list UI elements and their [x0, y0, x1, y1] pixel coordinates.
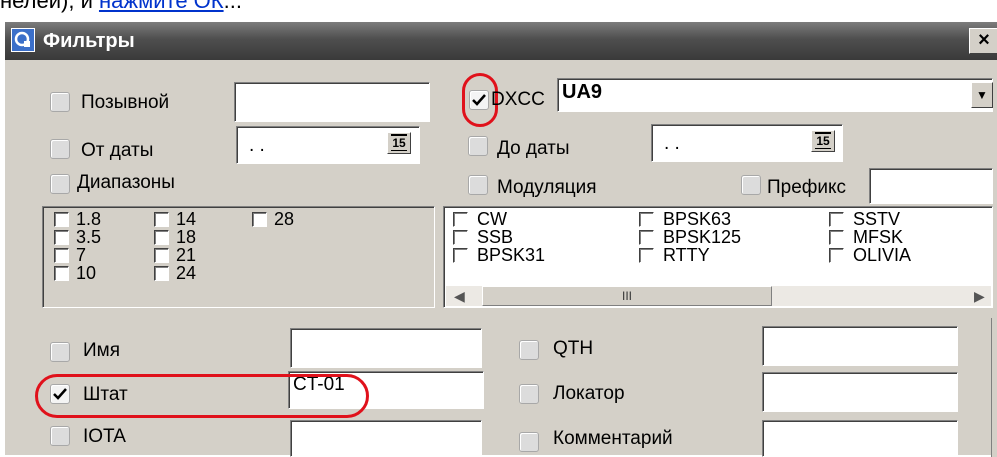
mode-checkbox-bpsk63[interactable] — [639, 212, 654, 227]
calendar-icon: 15 — [815, 132, 831, 149]
mode-checkbox-olivia[interactable] — [829, 248, 844, 263]
locator-label: Локатор — [553, 383, 625, 404]
name-input[interactable] — [290, 328, 482, 368]
close-button[interactable]: × — [969, 28, 997, 54]
to-date-label: До даты — [497, 138, 570, 159]
chevron-down-icon: ▼ — [976, 88, 988, 102]
band-label: 21 — [176, 245, 197, 265]
dialog-right-edge — [991, 318, 997, 457]
callsign-input[interactable] — [234, 82, 430, 122]
band-label: 7 — [76, 245, 87, 265]
to-date-calendar-button[interactable]: 15 — [811, 130, 835, 152]
prefix-label: Префикс — [767, 177, 847, 198]
mode-label: BPSK63 — [663, 209, 732, 229]
mode-checkbox-mfsk[interactable] — [829, 230, 844, 245]
name-label: Имя — [83, 340, 121, 361]
app-icon — [11, 28, 35, 52]
mode-checkbox[interactable] — [468, 175, 488, 195]
mode-label: OLIVIA — [853, 245, 912, 265]
comment-checkbox[interactable] — [519, 432, 539, 452]
callsign-checkbox[interactable] — [50, 92, 70, 112]
mode-checkbox-cw[interactable] — [453, 212, 468, 227]
filters-dialog: Фильтры × Позывной DXCC UA9 ▼ От даты . … — [3, 20, 997, 457]
band-label: 14 — [176, 209, 197, 229]
band-checkbox[interactable] — [154, 230, 169, 245]
iota-checkbox[interactable] — [50, 426, 70, 446]
mode-label: CW — [477, 209, 507, 229]
dxcc-select[interactable]: UA9 — [557, 78, 993, 112]
mode-label: Модуляция — [497, 177, 597, 198]
band-checkbox[interactable] — [154, 248, 169, 263]
bands-label: Диапазоны — [77, 172, 175, 193]
band-label: 3.5 — [76, 227, 102, 247]
mode-label: BPSK125 — [663, 227, 742, 247]
callsign-label: Позывной — [81, 92, 170, 113]
from-date-calendar-button[interactable]: 15 — [387, 132, 411, 154]
scroll-thumb[interactable]: III — [482, 286, 772, 306]
from-date-label: От даты — [81, 140, 154, 161]
comment-input[interactable] — [762, 420, 958, 457]
qth-checkbox[interactable] — [519, 340, 539, 360]
dxcc-dropdown-button[interactable]: ▼ — [971, 82, 993, 108]
name-checkbox[interactable] — [50, 342, 70, 362]
page-link[interactable]: нажмите ОК — [99, 0, 224, 13]
mode-label: MFSK — [853, 227, 904, 247]
page-text-prefix: нелей), и — [0, 0, 99, 13]
band-checkbox[interactable] — [154, 212, 169, 227]
qth-input[interactable] — [762, 326, 958, 366]
band-checkbox[interactable] — [54, 248, 69, 263]
band-checkbox[interactable] — [54, 266, 69, 281]
mode-label: RTTY — [663, 245, 710, 265]
iota-input[interactable] — [290, 420, 482, 457]
comment-label: Комментарий — [553, 428, 673, 449]
page-text-suffix: ... — [223, 0, 242, 13]
band-checkbox[interactable] — [54, 212, 69, 227]
to-date-checkbox[interactable] — [468, 136, 488, 156]
mode-label: SSB — [477, 227, 514, 247]
scroll-right-icon[interactable]: ▶ — [974, 288, 985, 305]
bands-checkbox[interactable] — [50, 174, 70, 194]
from-date-checkbox[interactable] — [50, 139, 70, 159]
band-label: 10 — [76, 263, 97, 283]
mode-label: BPSK31 — [477, 245, 546, 265]
qth-label: QTH — [553, 338, 594, 359]
to-date-value: . . — [664, 133, 680, 154]
mode-checkbox-bpsk31[interactable] — [453, 248, 468, 263]
close-icon: × — [978, 29, 990, 51]
band-checkbox[interactable] — [54, 230, 69, 245]
modes-horizontal-scrollbar[interactable]: ◀ III ▶ — [446, 286, 991, 306]
page-text-strip: нелей), и нажмите ОК... — [0, 0, 997, 20]
iota-label: IOTA — [83, 426, 126, 447]
band-checkbox[interactable] — [154, 266, 169, 281]
scroll-left-icon[interactable]: ◀ — [454, 288, 465, 305]
mode-checkbox-rtty[interactable] — [639, 248, 654, 263]
dxcc-label: DXCC — [491, 89, 545, 110]
band-label: 1.8 — [76, 209, 102, 229]
prefix-input[interactable] — [869, 168, 993, 204]
prefix-checkbox[interactable] — [741, 175, 761, 195]
mode-checkbox-bpsk125[interactable] — [639, 230, 654, 245]
from-date-value: . . — [249, 135, 265, 156]
mode-checkbox-sstv[interactable] — [829, 212, 844, 227]
locator-checkbox[interactable] — [519, 384, 539, 404]
calendar-icon: 15 — [391, 134, 407, 151]
band-label: 18 — [176, 227, 197, 247]
band-label: 24 — [176, 263, 197, 283]
window-title: Фильтры — [43, 30, 135, 52]
locator-input[interactable] — [762, 372, 958, 412]
mode-checkbox-ssb[interactable] — [453, 230, 468, 245]
title-bar[interactable]: Фильтры × — [5, 22, 997, 60]
band-label: 28 — [274, 209, 295, 229]
state-highlight-ring — [35, 374, 369, 418]
mode-label: SSTV — [853, 209, 901, 229]
band-checkbox[interactable] — [252, 212, 267, 227]
scroll-grip-icon: III — [621, 289, 632, 303]
